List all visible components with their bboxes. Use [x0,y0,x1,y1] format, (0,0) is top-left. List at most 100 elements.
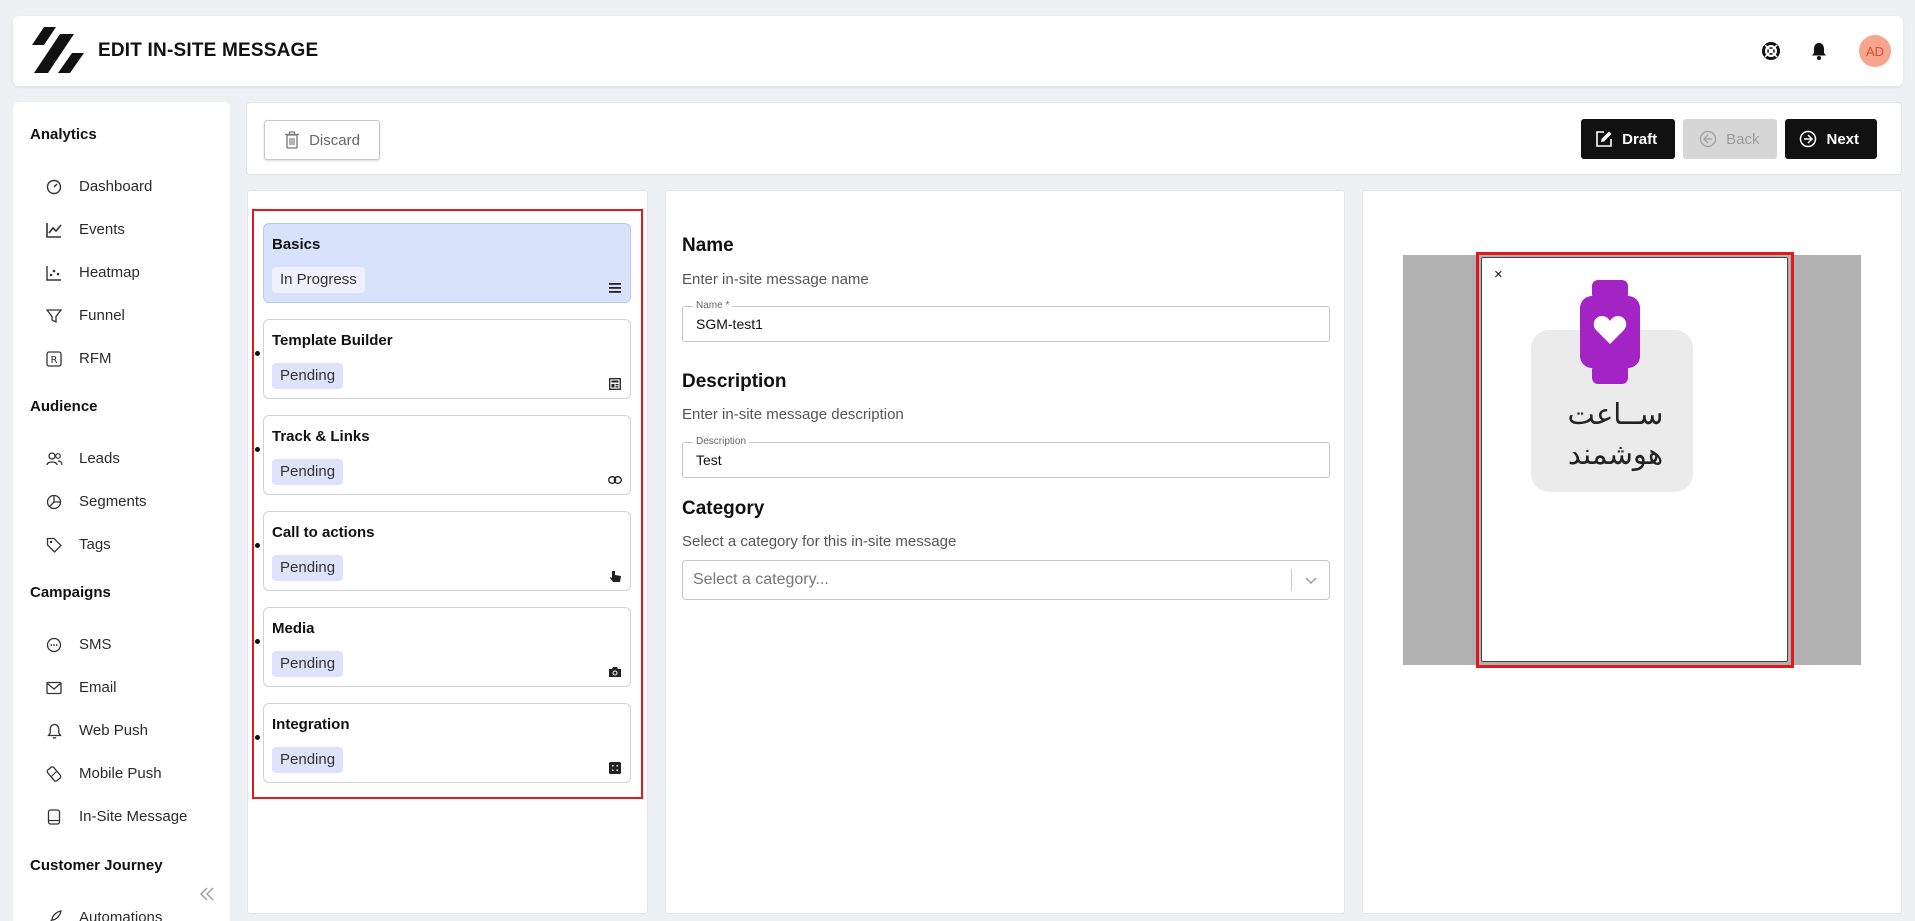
sidebar-item-label: Automations [79,909,163,921]
step-track-links[interactable]: Track & Links Pending [255,415,631,495]
steps-panel: Basics In Progress Template Builder Pend… [247,190,648,914]
action-toolbar: Discard Draft Back Next [246,102,1902,175]
step-connector-dot [255,735,260,740]
sidebar-item-label: Web Push [79,722,148,739]
sidebar-item-funnel[interactable]: Funnel [13,294,230,337]
draft-button[interactable]: Draft [1581,119,1676,159]
category-heading: Category [682,498,765,519]
sidebar-item-dashboard[interactable]: Dashboard [13,165,230,208]
brand-logo-icon[interactable] [30,27,85,77]
page-title: EDIT IN-SITE MESSAGE [98,40,319,61]
close-icon[interactable]: × [1494,266,1503,283]
step-media[interactable]: Media Pending [255,607,631,687]
bell-icon [45,722,63,740]
sidebar-item-label: Tags [79,536,111,553]
step-connector-dot [255,351,260,356]
sidebar-item-label: Events [79,221,125,238]
step-integration[interactable]: Integration Pending [255,703,631,783]
chevron-down-icon[interactable] [1304,573,1318,587]
sidebar-item-mobile-push[interactable]: Mobile Push [13,752,230,795]
edit-icon [1596,131,1612,147]
discard-button[interactable]: Discard [264,120,380,160]
step-title: Integration [272,716,350,733]
svg-text:R: R [51,355,58,366]
sidebar-item-events[interactable]: Events [13,208,230,251]
scatter-chart-icon [45,264,63,282]
next-label: Next [1826,130,1859,148]
description-heading: Description [682,371,787,392]
description-field-label: Description [693,436,750,448]
name-input-value: SGM-test1 [696,316,763,332]
sidebar-item-label: Heatmap [79,264,140,281]
sidebar-item-label: RFM [79,350,112,367]
arrow-right-circle-icon [1800,130,1817,148]
sidebar-section-analytics: Analytics [13,126,97,143]
step-template-builder[interactable]: Template Builder Pending [255,319,631,399]
trash-icon [285,131,300,149]
camera-icon [608,665,622,679]
step-title: Basics [272,236,321,253]
sidebar-item-label: SMS [79,636,112,653]
sidebar-nav: Analytics Dashboard Events Heatmap Funne… [13,102,230,921]
sidebar-item-label: In-Site Message [79,808,188,825]
step-status-badge: Pending [272,459,344,485]
name-input[interactable]: Name * SGM-test1 [682,300,1330,342]
next-button[interactable]: Next [1785,119,1877,159]
sidebar-item-sms[interactable]: SMS [13,623,230,666]
top-header: EDIT IN-SITE MESSAGE AD [13,16,1903,86]
chat-bubble-icon [45,636,63,654]
sidebar-item-email[interactable]: Email [13,666,230,709]
tag-icon [45,536,63,554]
step-status-badge: Pending [272,651,344,677]
pie-chart-icon [45,493,63,511]
rfm-icon: R [45,350,63,368]
sidebar-section-customer-journey: Customer Journey [13,857,163,874]
sidebar-item-heatmap[interactable]: Heatmap [13,251,230,294]
back-button[interactable]: Back [1683,119,1778,159]
sidebar-item-label: Leads [79,450,120,467]
in-site-message-icon [45,808,63,826]
sidebar-item-rfm[interactable]: R RFM [13,337,230,380]
caption-line-2: هوشمند [1567,437,1664,471]
description-input-value: Test [696,452,722,468]
step-basics[interactable]: Basics In Progress [263,223,631,303]
step-title: Call to actions [272,524,375,541]
sidebar-item-segments[interactable]: Segments [13,480,230,523]
category-select[interactable]: Select a category... [682,560,1330,600]
sidebar-item-web-push[interactable]: Web Push [13,709,230,752]
smartwatch-heart-icon [1580,280,1640,384]
sidebar-item-leads[interactable]: Leads [13,437,230,480]
help-lifebuoy-icon[interactable] [1759,39,1783,63]
user-avatar[interactable]: AD [1859,35,1891,67]
template-icon [608,377,622,391]
list-icon [608,281,622,295]
line-chart-icon [45,221,63,239]
envelope-icon [45,679,63,697]
step-title: Track & Links [272,428,370,445]
sidebar-item-tags[interactable]: Tags [13,523,230,566]
step-title: Media [272,620,315,637]
sidebar-item-in-site-message[interactable]: In-Site Message [13,795,230,838]
name-field-label: Name * [693,300,733,312]
notifications-bell-icon[interactable] [1807,39,1831,63]
category-placeholder: Select a category... [693,571,829,588]
gauge-icon [45,178,63,196]
sidebar-item-label: Segments [79,493,147,510]
basics-form-panel: Name Enter in-site message name Name * S… [665,190,1345,914]
sidebar-item-label: Funnel [79,307,125,324]
users-icon [45,450,63,468]
sidebar-item-label: Email [79,679,117,696]
step-connector-dot [255,639,260,644]
step-connector-dot [255,447,260,452]
name-hint: Enter in-site message name [682,271,869,288]
mobile-push-icon [45,765,63,783]
step-status-badge: Pending [272,555,344,581]
preview-panel: × ســاعت هوشمند [1362,190,1902,914]
sidebar-item-label: Dashboard [79,178,153,195]
arrow-left-circle-icon [1699,130,1717,148]
draft-label: Draft [1622,130,1658,148]
step-call-to-actions[interactable]: Call to actions Pending [255,511,631,591]
description-input[interactable]: Description Test [682,436,1330,478]
collapse-sidebar-icon[interactable] [198,885,218,905]
funnel-icon [45,307,63,325]
